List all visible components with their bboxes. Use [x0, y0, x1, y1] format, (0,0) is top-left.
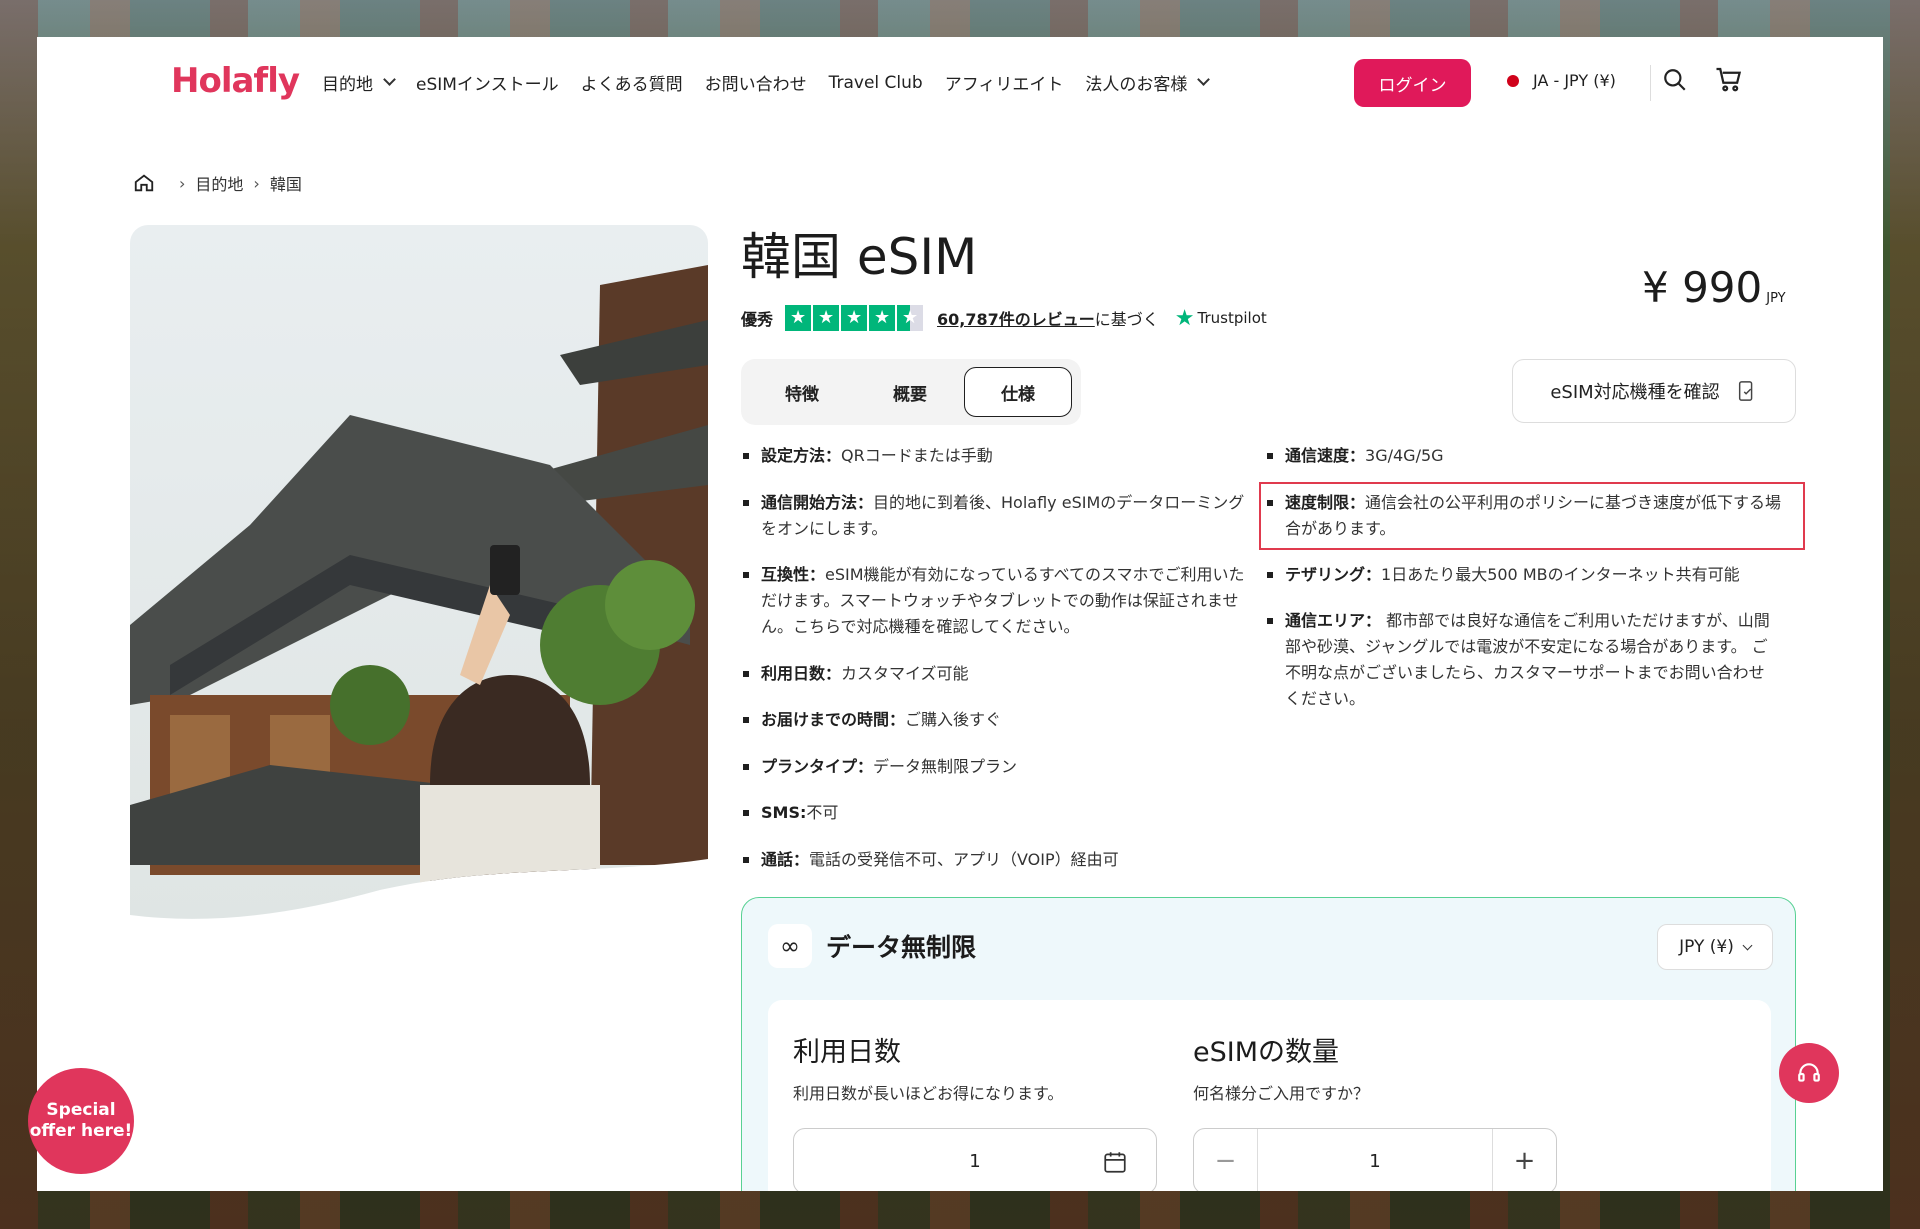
quantity-description: 何名様分ご入用ですか？	[1193, 1084, 1370, 1103]
chevron-right-icon: ›	[179, 173, 186, 193]
spec-calls: 通話：電話の受発信不可、アプリ（VOIP）経由可	[741, 847, 1241, 873]
days-input[interactable]: 1	[793, 1128, 1157, 1191]
spec-compatibility: 互換性：eSIM機能が有効になっているすべてのスマホでご利用いただけます。スマー…	[741, 562, 1251, 640]
days-title: 利用日数	[793, 1037, 901, 1068]
spec-setup: 設定方法：QRコードまたは手動	[741, 443, 1241, 469]
plus-button[interactable]: +	[1492, 1129, 1556, 1191]
headset-icon	[1798, 1063, 1820, 1082]
minus-button[interactable]: −	[1194, 1129, 1258, 1191]
rating-stars: ★ ★ ★ ★ ★	[785, 305, 925, 331]
currency-select[interactable]: JPY (¥)	[1657, 924, 1773, 970]
spec-coverage: 通信エリア： 都市部では良好な通信をご利用いただけますが、山間部や砂漠、ジャング…	[1265, 608, 1780, 712]
chevron-down-icon	[1742, 940, 1753, 950]
breadcrumb-korea: 韓国	[269, 175, 302, 194]
spec-sms: SMS:不可	[741, 800, 1241, 826]
spec-speed: 通信速度：3G/4G/5G	[1265, 443, 1785, 469]
rating-row: 優秀 ★ ★ ★ ★ ★ 60,787件のレビュー に基づく ★ Trustpil…	[741, 305, 1267, 331]
product-tabs: 特徴 概要 仕様	[741, 359, 1081, 425]
quantity-stepper: − 1 +	[1193, 1128, 1557, 1191]
home-icon[interactable]	[133, 172, 155, 194]
search-icon[interactable]	[1662, 67, 1688, 93]
nav-travel-club[interactable]: Travel Club	[829, 73, 923, 93]
spec-days: 利用日数：カスタマイズ可能	[741, 661, 1241, 687]
star-icon: ★	[785, 305, 812, 331]
japan-flag-icon	[1507, 74, 1519, 87]
support-chat-button[interactable]	[1779, 1043, 1839, 1103]
nav-business[interactable]: 法人のお客様	[1085, 70, 1211, 95]
nav-destinations[interactable]: 目的地	[322, 70, 396, 95]
trustpilot-star-icon: ★	[1174, 305, 1195, 331]
nav-contact[interactable]: お問い合わせ	[705, 70, 807, 95]
holafly-logo[interactable]: Holafly	[171, 61, 300, 101]
spec-throttling: 速度制限：通信会社の公平利用のポリシーに基づき速度が低下する場合があります。	[1265, 490, 1785, 542]
spec-tethering: テザリング：1日あたり最大500 MBのインターネット共有可能	[1265, 562, 1795, 588]
spec-activation: 通信開始方法：目的地に到着後、Holafly eSIMのデータローミングをオンに…	[741, 490, 1251, 542]
spec-delivery: お届けまでの時間：ご購入後すぐ	[741, 707, 1241, 733]
nav-affiliate[interactable]: アフィリエイト	[945, 70, 1064, 95]
browser-page: Holafly 目的地 eSIMインストール よくある質問 お問い合わせ Tra…	[37, 37, 1883, 1191]
plan-options: 利用日数 利用日数が長いほどお得になります。 1 eSIMの数量 何名様分ご入用…	[768, 1000, 1771, 1191]
reviews-link[interactable]: 60,787件のレビュー	[937, 306, 1095, 330]
check-compatibility-button[interactable]: eSIM対応機種を確認	[1512, 359, 1796, 423]
site-header: Holafly 目的地 eSIMインストール よくある質問 お問い合わせ Tra…	[37, 37, 1883, 127]
days-description: 利用日数が長いほどお得になります。	[793, 1084, 1064, 1103]
language-selector[interactable]: JA - JPY (¥)	[1507, 71, 1616, 90]
product-hero-image	[130, 225, 708, 925]
chevron-down-icon	[383, 73, 396, 86]
chevron-right-icon: ›	[253, 173, 260, 193]
star-icon: ★	[813, 305, 840, 331]
nav-esim-install[interactable]: eSIMインストール	[416, 70, 559, 95]
spec-plan-type: プランタイプ：データ無制限プラン	[741, 754, 1241, 780]
quantity-title: eSIMの数量	[1193, 1037, 1340, 1068]
main-nav: 目的地 eSIMインストール よくある質問 お問い合わせ Travel Club…	[322, 70, 1230, 95]
rating-label: 優秀	[741, 310, 774, 329]
calendar-icon[interactable]	[1102, 1149, 1128, 1175]
nav-faq[interactable]: よくある質問	[581, 70, 683, 95]
special-offer-button[interactable]: Special offer here!	[28, 1068, 134, 1174]
phone-check-icon	[1738, 381, 1752, 401]
infinity-icon: ∞	[768, 924, 812, 968]
header-divider	[1650, 65, 1651, 101]
tab-specs[interactable]: 仕様	[964, 367, 1072, 417]
login-button[interactable]: ログイン	[1354, 59, 1471, 107]
tab-features[interactable]: 特徴	[748, 367, 856, 417]
star-icon: ★	[869, 305, 896, 331]
breadcrumb: › 目的地 › 韓国	[133, 171, 302, 195]
chevron-down-icon	[1197, 73, 1211, 86]
product-price: ¥ 990 JPY	[1642, 263, 1786, 312]
cart-icon[interactable]	[1714, 64, 1744, 94]
trustpilot-badge[interactable]: ★ Trustpilot	[1175, 306, 1267, 331]
plan-card: ∞ データ無制限 JPY (¥) 利用日数 利用日数が長いほどお得になります。 …	[741, 897, 1796, 1191]
tab-overview[interactable]: 概要	[856, 367, 964, 417]
breadcrumb-destinations[interactable]: 目的地	[195, 171, 243, 195]
product-title: 韓国 eSIM	[741, 228, 978, 286]
reviews-suffix: に基づく	[1094, 310, 1159, 329]
star-icon: ★	[841, 305, 868, 331]
quantity-value[interactable]: 1	[1369, 1151, 1380, 1172]
half-star-icon: ★	[897, 305, 924, 331]
plan-title: データ無制限	[826, 933, 977, 962]
